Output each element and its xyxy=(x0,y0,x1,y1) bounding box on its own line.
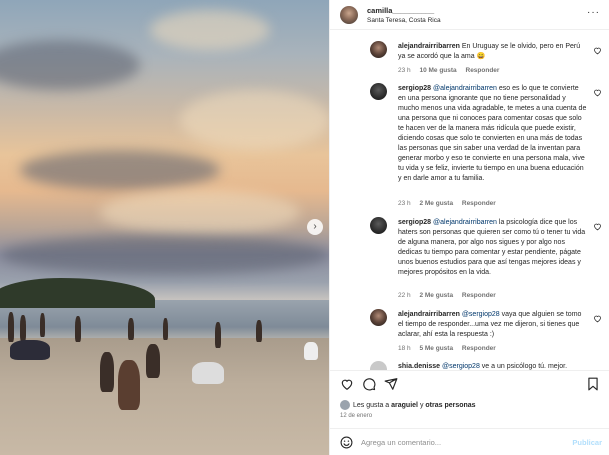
likes-summary[interactable]: Les gusta a araguiel y otras personas xyxy=(340,400,476,410)
person xyxy=(256,320,262,342)
heart-icon[interactable] xyxy=(593,46,602,55)
next-photo-button[interactable]: › xyxy=(307,219,323,235)
cloud xyxy=(20,150,220,190)
reply-button[interactable]: Responder xyxy=(462,292,496,299)
reply-button[interactable]: Responder xyxy=(466,67,500,74)
cloud xyxy=(180,90,329,150)
comment-text: sergiop28 @alejandrairribarren la psicol… xyxy=(398,218,588,278)
post-location[interactable]: Santa Teresa, Costa Rica xyxy=(367,17,441,24)
instagram-post-modal: › camilla__________ Santa Teresa, Costa … xyxy=(0,0,609,455)
comment-time[interactable]: 23 h xyxy=(398,200,411,207)
post-sidebar: camilla__________ Santa Teresa, Costa Ri… xyxy=(329,0,609,455)
hill xyxy=(0,278,155,308)
post-photo[interactable]: › xyxy=(0,0,329,455)
comment-text: sergiop28 @alejandrairribarren eso es lo… xyxy=(398,84,588,184)
post-comment-button[interactable]: Publicar xyxy=(572,438,602,447)
comment-content: eso es lo que te convierte en una person… xyxy=(398,85,587,182)
comment-username[interactable]: sergiop28 xyxy=(398,85,431,92)
likes-user[interactable]: araguiel xyxy=(391,402,418,409)
comment-text: alejandrairribarren @sergiop28 vaya que … xyxy=(398,310,588,340)
heart-icon[interactable] xyxy=(593,88,602,97)
comment-username[interactable]: alejandrairribarren xyxy=(398,311,460,318)
comment-content: ve a un psicólogo tú. mejor. xyxy=(481,363,568,370)
avatar[interactable] xyxy=(370,217,387,234)
person xyxy=(304,342,318,360)
heart-icon[interactable] xyxy=(593,314,602,323)
post-username[interactable]: camilla__________ xyxy=(367,6,434,15)
post-actions: Les gusta a araguiel y otras personas 12… xyxy=(330,370,609,428)
comment-likes[interactable]: 2 Me gusta xyxy=(419,292,453,299)
comment-time[interactable]: 22 h xyxy=(398,292,411,299)
comment-time[interactable]: 18 h xyxy=(398,345,411,352)
cloud xyxy=(0,235,329,275)
avatar[interactable] xyxy=(370,83,387,100)
comment-composer: Agrega un comentario... Publicar xyxy=(330,428,609,455)
post-header: camilla__________ Santa Teresa, Costa Ri… xyxy=(330,0,609,30)
comment-meta: 23 h 2 Me gusta Responder xyxy=(398,200,503,207)
bookmark-icon[interactable] xyxy=(586,377,600,391)
comment-input[interactable]: Agrega un comentario... xyxy=(361,438,441,447)
comment-mention[interactable]: @sergiop28 xyxy=(442,363,480,370)
person xyxy=(163,318,168,340)
share-icon[interactable] xyxy=(384,377,398,391)
cloud xyxy=(150,10,270,50)
emoji-icon[interactable] xyxy=(340,436,353,449)
reply-button[interactable]: Responder xyxy=(462,200,496,207)
reply-button[interactable]: Responder xyxy=(462,345,496,352)
comment-likes[interactable]: 5 Me gusta xyxy=(419,345,453,352)
comment-username[interactable]: sergiop28 xyxy=(398,219,431,226)
comment: shia.denisse @sergiop28 ve a un psicólog… xyxy=(370,360,602,370)
likes-prefix: Les gusta a xyxy=(353,401,392,409)
person xyxy=(128,318,134,340)
comment-meta: 22 h 2 Me gusta Responder xyxy=(398,292,503,299)
comment-text: shia.denisse @sergiop28 ve a un psicólog… xyxy=(398,362,588,370)
cloud xyxy=(0,40,140,90)
comment-mention[interactable]: @sergiop28 xyxy=(462,311,500,318)
comment-meta: 23 h 10 Me gusta Responder xyxy=(398,67,506,74)
avatar[interactable] xyxy=(370,41,387,58)
avatar xyxy=(340,400,350,410)
avatar[interactable] xyxy=(340,6,358,24)
likes-others[interactable]: otras personas xyxy=(425,402,475,409)
person xyxy=(8,312,14,342)
cloud xyxy=(100,190,300,235)
comment-username[interactable]: shia.denisse xyxy=(398,363,440,370)
heart-icon[interactable] xyxy=(340,377,354,391)
comment: alejandrairribarren @sergiop28 vaya que … xyxy=(370,308,602,356)
person xyxy=(215,322,221,348)
comment: sergiop28 @alejandrairribarren la psicol… xyxy=(370,216,602,304)
person xyxy=(100,352,114,392)
comment-text: alejandrairribarren En Uruguay se le olv… xyxy=(398,42,588,62)
comment: alejandrairribarren En Uruguay se le olv… xyxy=(370,40,602,80)
person xyxy=(118,360,140,410)
person xyxy=(192,362,224,384)
comment-likes[interactable]: 2 Me gusta xyxy=(419,200,453,207)
person xyxy=(20,315,26,341)
more-options-icon[interactable]: ··· xyxy=(587,7,600,18)
avatar[interactable] xyxy=(370,361,387,370)
comment-mention[interactable]: @alejandrairribarren xyxy=(433,85,497,92)
comment-mention[interactable]: @alejandrairribarren xyxy=(433,219,497,226)
post-date[interactable]: 12 de enero xyxy=(340,413,372,419)
person xyxy=(10,340,50,360)
person xyxy=(75,316,81,342)
heart-icon[interactable] xyxy=(593,222,602,231)
comment-time[interactable]: 23 h xyxy=(398,67,411,74)
comment-meta: 18 h 5 Me gusta Responder xyxy=(398,345,503,352)
comment: sergiop28 @alejandrairribarren eso es lo… xyxy=(370,82,602,214)
comment-username[interactable]: alejandrairribarren xyxy=(398,43,460,50)
chevron-right-icon: › xyxy=(313,221,317,232)
comment-likes[interactable]: 10 Me gusta xyxy=(419,67,456,74)
comment-content: la psicología dice que los haters son pe… xyxy=(398,219,586,276)
person xyxy=(40,313,45,337)
comments-list: alejandrairribarren En Uruguay se le olv… xyxy=(330,30,609,370)
comment-icon[interactable] xyxy=(362,377,376,391)
person xyxy=(146,344,160,378)
avatar[interactable] xyxy=(370,309,387,326)
